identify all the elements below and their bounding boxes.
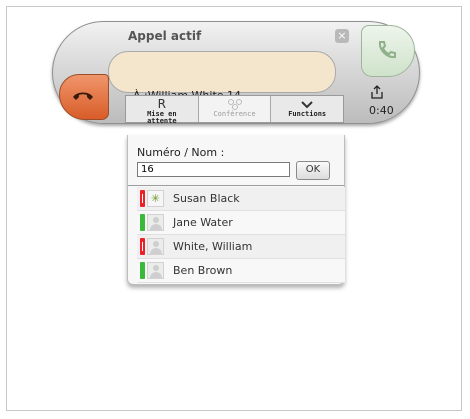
- avatar-flower-icon: ✳: [147, 190, 164, 207]
- functions-dropdown-panel: Numéro / Nom : OK ✳ Susan Black Jane Wat…: [127, 135, 345, 285]
- status-busy-icon: [140, 190, 145, 207]
- hangup-button[interactable]: [59, 74, 109, 120]
- list-item[interactable]: ✳ Susan Black: [137, 187, 345, 211]
- call-info-box: À :William White 14 0:40: [108, 51, 394, 117]
- call-actions-bar: R Mise en attente Conférence Functions: [125, 95, 344, 125]
- hold-button[interactable]: R Mise en attente: [126, 96, 199, 125]
- status-available-icon: [140, 262, 145, 279]
- answer-button[interactable]: [361, 25, 415, 77]
- contact-name: Jane Water: [173, 216, 233, 229]
- number-name-label: Numéro / Nom :: [137, 146, 225, 159]
- number-name-input[interactable]: [137, 162, 290, 177]
- contact-name: Ben Brown: [173, 264, 233, 277]
- ok-button[interactable]: OK: [296, 161, 330, 180]
- conference-button[interactable]: Conférence: [198, 96, 272, 122]
- divider: [128, 185, 344, 186]
- active-call-widget: Appel actif × À :William White 14 0:40 R…: [52, 21, 420, 125]
- functions-button[interactable]: Functions: [271, 96, 343, 122]
- answer-icon: [378, 41, 396, 59]
- contact-list: ✳ Susan Black Jane Water White, William …: [137, 187, 345, 283]
- conference-label: Conférence: [213, 110, 256, 118]
- status-available-icon: [140, 214, 145, 231]
- call-timer: 0:40: [369, 104, 394, 117]
- avatar-person-icon: [147, 214, 164, 231]
- functions-label: Functions: [288, 110, 327, 118]
- hold-label-line2: attente: [147, 117, 177, 125]
- list-item[interactable]: Jane Water: [137, 211, 345, 235]
- avatar-person-icon: [147, 262, 164, 279]
- close-icon[interactable]: ×: [335, 29, 349, 43]
- transfer-icon[interactable]: [371, 85, 383, 99]
- status-busy-icon: [140, 238, 145, 255]
- list-item[interactable]: Ben Brown: [137, 259, 345, 283]
- contact-name: Susan Black: [173, 192, 240, 205]
- hang-up-icon: [73, 92, 93, 100]
- call-title: Appel actif: [128, 29, 202, 43]
- contact-name: White, William: [173, 240, 253, 253]
- list-item[interactable]: White, William: [137, 235, 345, 259]
- avatar-person-icon: [147, 238, 164, 255]
